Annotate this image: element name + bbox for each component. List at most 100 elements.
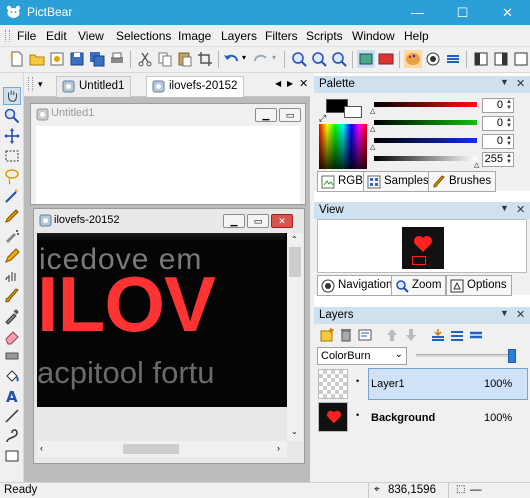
move-layer-up-icon[interactable] <box>384 327 400 343</box>
zoom-tool-icon[interactable] <box>3 107 21 125</box>
layer-row[interactable]: • Layer1 100% <box>314 368 530 402</box>
new-tab-dropdown-icon[interactable]: ▾ <box>38 79 43 90</box>
eraser-tool-icon[interactable] <box>3 327 21 345</box>
menu-selections[interactable]: Selections <box>116 29 171 43</box>
new-layer-icon[interactable] <box>319 327 335 343</box>
window-close-button[interactable]: ✕ <box>271 214 293 228</box>
rect-select-tool-icon[interactable] <box>3 147 21 165</box>
alpha-channel-slider[interactable] <box>374 156 477 161</box>
menu-edit[interactable]: Edit <box>46 29 67 43</box>
print-icon[interactable] <box>108 50 126 68</box>
window-minimize-button[interactable]: ▁ <box>255 108 277 122</box>
undo-dropdown-icon[interactable]: ▾ <box>242 53 246 62</box>
zoom-in-icon[interactable] <box>290 50 308 68</box>
curve-tool-icon[interactable] <box>3 427 21 445</box>
magic-wand-tool-icon[interactable] <box>3 187 21 205</box>
untitled-canvas[interactable] <box>36 126 300 204</box>
zoom-actual-icon[interactable] <box>310 50 328 68</box>
redo-dropdown-icon[interactable]: ▾ <box>272 53 276 62</box>
background-color-swatch[interactable] <box>344 106 362 118</box>
panel-menu-icon[interactable]: ▼ <box>500 77 509 87</box>
open-folder-icon[interactable] <box>28 50 46 68</box>
vertical-scrollbar[interactable]: ⌃ ⌄ <box>287 233 303 441</box>
red-value-input[interactable]: 0 ▲ ▼ <box>482 98 514 113</box>
layout-split-icon[interactable] <box>472 50 490 68</box>
move-layer-down-icon[interactable] <box>403 327 419 343</box>
maximize-button[interactable]: ☐ <box>440 0 485 25</box>
minimize-button[interactable]: — <box>395 0 440 25</box>
layer-row[interactable]: • Background 100% <box>314 402 530 436</box>
panel-menu-icon[interactable]: ▼ <box>500 203 509 213</box>
line-tool-icon[interactable] <box>3 407 21 425</box>
panel-close-icon[interactable]: ✕ <box>516 308 525 321</box>
lasso-tool-icon[interactable] <box>3 167 21 185</box>
tab-close-button[interactable]: ✕ <box>299 77 308 90</box>
menu-view[interactable]: View <box>78 29 104 43</box>
image-canvas[interactable]: icedove em ILOV acpitool fortu <box>37 233 287 407</box>
tab-navigation[interactable]: Navigation <box>317 275 398 296</box>
navigation-thumbnail[interactable] <box>402 227 444 269</box>
layer-opacity-slider[interactable] <box>416 354 512 357</box>
text-tool-icon[interactable]: A <box>3 387 21 405</box>
scroll-left-icon[interactable]: ‹ <box>40 443 43 453</box>
window-minimize-button[interactable]: ▁ <box>223 214 245 228</box>
hand-tool-icon[interactable] <box>3 87 21 105</box>
tab-prev-button[interactable]: ◀ <box>275 79 281 88</box>
delete-layer-icon[interactable] <box>338 327 354 343</box>
layout-full-icon[interactable] <box>492 50 510 68</box>
pencil-tool-icon[interactable] <box>3 247 21 265</box>
blue-value-input[interactable]: 0 ▲ ▼ <box>482 134 514 149</box>
brush-tool-icon[interactable] <box>3 287 21 305</box>
alpha-value-input[interactable]: 255 ▲ ▼ <box>482 152 514 167</box>
fill-bucket-tool-icon[interactable] <box>3 367 21 385</box>
smudge-tool-icon[interactable] <box>3 267 21 285</box>
menu-file[interactable]: File <box>17 29 36 43</box>
alpha-slider-thumb[interactable]: △ <box>474 161 479 169</box>
menu-image[interactable]: Image <box>178 29 211 43</box>
open-image-icon[interactable] <box>48 50 66 68</box>
layers-toggle-icon[interactable] <box>444 50 462 68</box>
airbrush-tool-icon[interactable] <box>3 227 21 245</box>
red-channel-slider[interactable] <box>374 102 477 107</box>
tab-ilovefs[interactable]: ilovefs-20152 <box>146 76 245 97</box>
tab-zoom[interactable]: Zoom <box>391 275 447 296</box>
vertical-scroll-thumb[interactable] <box>289 247 301 277</box>
view-toggle-icon[interactable] <box>424 50 442 68</box>
tab-next-button[interactable]: ▶ <box>287 79 293 88</box>
save-icon[interactable] <box>68 50 86 68</box>
pen-tool-icon[interactable] <box>3 207 21 225</box>
merge-visible-icon[interactable] <box>449 327 465 343</box>
redo-icon[interactable] <box>252 50 270 68</box>
tab-options[interactable]: Options <box>446 275 512 296</box>
save-all-icon[interactable] <box>88 50 106 68</box>
move-tool-icon[interactable] <box>3 127 21 145</box>
eyedropper-tool-icon[interactable] <box>3 307 21 325</box>
tab-untitled1[interactable]: Untitled1 <box>56 76 132 97</box>
tab-rgb[interactable]: RGB <box>317 171 368 192</box>
red-slider-thumb[interactable]: △ <box>370 107 375 115</box>
layout-panel-icon[interactable] <box>512 50 530 68</box>
panel-close-icon[interactable]: ✕ <box>516 77 525 90</box>
view-screen-icon[interactable] <box>377 50 395 68</box>
horizontal-scrollbar[interactable]: ‹ › <box>37 441 287 457</box>
palette-toggle-icon[interactable] <box>404 50 422 68</box>
panel-close-icon[interactable]: ✕ <box>516 203 525 216</box>
tab-brushes[interactable]: Brushes <box>428 171 497 192</box>
layer-visibility-icon[interactable]: • <box>356 410 359 420</box>
view-rectangle[interactable] <box>412 256 426 265</box>
undo-icon[interactable] <box>222 50 240 68</box>
horizontal-scroll-thumb[interactable] <box>123 444 179 454</box>
scroll-up-icon[interactable]: ⌃ <box>291 235 298 244</box>
window-restore-button[interactable]: ▭ <box>279 108 301 122</box>
view-image-icon[interactable] <box>357 50 375 68</box>
menu-window[interactable]: Window <box>352 29 395 43</box>
window-maximize-button[interactable]: ▭ <box>247 214 269 228</box>
scroll-down-icon[interactable]: ⌄ <box>291 427 298 436</box>
green-slider-thumb[interactable]: △ <box>370 125 375 133</box>
rectangle-tool-icon[interactable] <box>3 347 21 365</box>
new-file-icon[interactable] <box>8 50 26 68</box>
menu-filters[interactable]: Filters <box>265 29 298 43</box>
cut-icon[interactable] <box>136 50 154 68</box>
green-value-input[interactable]: 0 ▲ ▼ <box>482 116 514 131</box>
shape-tool-icon[interactable] <box>3 447 21 465</box>
